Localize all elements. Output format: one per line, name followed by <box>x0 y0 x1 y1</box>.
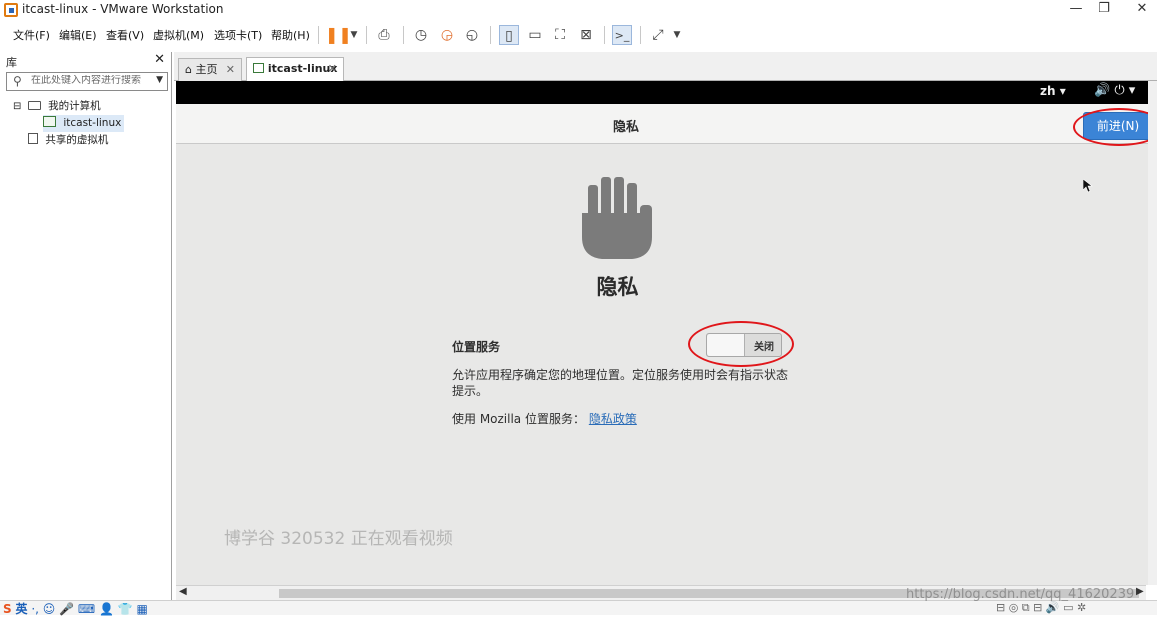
toolbar-separator <box>604 26 605 44</box>
menu-file[interactable]: 文件(F) <box>13 27 50 43</box>
ime-toolbar[interactable]: S 英 ·, ☺ 🎤 ⌨ 👤 👕 ▦ <box>3 600 148 617</box>
menu-bar: 文件(F) 编辑(E) 查看(V) 虚拟机(M) 选项卡(T) 帮助(H) ❚❚… <box>0 20 1157 50</box>
library-header: 库 ✕ <box>0 52 171 70</box>
menu-edit[interactable]: 编辑(E) <box>59 27 97 43</box>
video-watermark: 博学谷 320532 正在观看视频 <box>224 529 453 549</box>
annotation-circle <box>688 321 794 367</box>
tab-home[interactable]: ⌂ 主页 ✕ <box>178 58 242 81</box>
tab-label: 主页 <box>195 63 218 76</box>
revert-snapshot-icon[interactable]: ◶ <box>437 25 457 45</box>
pause-icon[interactable]: ❚❚ <box>325 25 352 45</box>
library-panel: 库 ✕ ⚲ ▼ ⊟ 我的计算机 itcast-linux 共享的虚拟机 <box>0 52 172 600</box>
ime-language-toggle[interactable]: 英 <box>15 602 27 616</box>
location-services-label: 位置服务 <box>452 340 501 354</box>
scroll-left-icon[interactable]: ◀ <box>179 586 187 597</box>
toolbar-separator <box>490 26 491 44</box>
shared-vm-icon <box>28 133 38 144</box>
sogou-ime-icon[interactable]: S <box>3 602 12 616</box>
menu-view[interactable]: 查看(V) <box>106 27 144 43</box>
device-status-icons[interactable]: ⊟ ◎ ⧉ ⊟ 🔊 ▭ ✲ <box>996 601 1086 615</box>
unity-icon[interactable]: ⊠ <box>576 25 596 45</box>
mozilla-text: 使用 Mozilla 位置服务： <box>452 412 585 426</box>
snapshot-manager-icon[interactable]: ◵ <box>462 25 482 45</box>
show-library-icon[interactable]: ▯ <box>499 25 519 45</box>
privacy-policy-link[interactable]: 隐私政策 <box>589 412 637 426</box>
tree-item-shared-vms[interactable]: 共享的虚拟机 <box>28 132 108 149</box>
guest-screen[interactable]: zh ▾ 🔊 ⏻ ▾ 隐私 前进(N) 隐私 位置服务 关闭 允许应用程序确定您… <box>176 81 1157 585</box>
setup-header: 隐私 前进(N) <box>176 104 1157 144</box>
computer-icon <box>27 101 41 110</box>
tree-label: 我的计算机 <box>48 100 101 112</box>
library-search[interactable]: ⚲ ▼ <box>6 72 168 91</box>
privacy-hand-icon <box>582 177 652 259</box>
library-title: 库 <box>6 56 17 69</box>
tree-item-my-computer[interactable]: ⊟ 我的计算机 <box>13 98 101 115</box>
stretch-icon[interactable]: ⤢ <box>648 25 668 45</box>
ime-tool-icons[interactable]: ·, ☺ 🎤 ⌨ 👤 👕 ▦ <box>31 602 148 616</box>
tab-bar: ⌂ 主页 ✕ itcast-linux ✕ <box>174 52 1157 81</box>
chevron-down-icon[interactable]: ▼ <box>344 25 364 45</box>
collapse-icon[interactable]: ⊟ <box>13 101 21 112</box>
toolbar-separator <box>318 26 319 44</box>
send-ctrl-alt-del-icon[interactable]: ⎙ <box>374 25 394 45</box>
vertical-scrollbar[interactable] <box>1148 81 1157 585</box>
scroll-right-icon[interactable]: ▶ <box>1136 586 1144 597</box>
vm-icon <box>253 63 264 73</box>
system-menu[interactable]: 🔊 ⏻ ▾ <box>1094 83 1135 98</box>
toolbar-separator <box>366 26 367 44</box>
toolbar-separator <box>403 26 404 44</box>
close-window-button[interactable]: ✕ <box>1124 0 1157 20</box>
header-title: 隐私 <box>612 120 639 135</box>
toolbar-separator <box>640 26 641 44</box>
mozilla-location-line: 使用 Mozilla 位置服务： 隐私政策 <box>452 410 637 427</box>
tab-itcast-linux[interactable]: itcast-linux ✕ <box>246 57 344 81</box>
menu-tabs[interactable]: 选项卡(T) <box>214 27 262 43</box>
snapshot-icon[interactable]: ◷ <box>411 25 431 45</box>
gnome-top-bar: zh ▾ 🔊 ⏻ ▾ <box>176 81 1157 104</box>
vmware-logo-icon <box>4 3 18 17</box>
annotation-circle <box>1073 108 1157 146</box>
full-screen-icon[interactable]: ⛶ <box>550 25 570 45</box>
location-description: 允许应用程序确定您的地理位置。定位服务使用时会有指示状态提示。 <box>452 368 789 398</box>
status-bar: https://blog.csdn.net/qq_41620239 S 英 ·,… <box>0 587 1157 617</box>
search-icon: ⚲ <box>13 74 22 88</box>
chevron-down-icon[interactable]: ▼ <box>667 25 687 45</box>
menu-vm[interactable]: 虚拟机(M) <box>153 27 204 43</box>
mouse-cursor-icon <box>1083 179 1093 193</box>
tree-label: 共享的虚拟机 <box>45 134 109 146</box>
home-icon: ⌂ <box>185 63 192 76</box>
tree-label: itcast-linux <box>63 117 122 129</box>
chevron-down-icon[interactable]: ▼ <box>156 75 163 85</box>
language-menu[interactable]: zh ▾ <box>1040 84 1066 98</box>
close-tab-icon[interactable]: ✕ <box>328 58 337 80</box>
restore-button[interactable]: ❐ <box>1086 0 1122 20</box>
window-title: itcast-linux - VMware Workstation <box>22 2 224 16</box>
tree-item-itcast-linux[interactable]: itcast-linux <box>43 115 125 132</box>
blog-watermark: https://blog.csdn.net/qq_41620239 <box>906 587 1135 602</box>
close-tab-icon[interactable]: ✕ <box>226 59 235 81</box>
thumbnail-bar-icon[interactable]: ▭ <box>525 25 545 45</box>
page-title: 隐私 <box>596 275 639 299</box>
close-library-button[interactable]: ✕ <box>154 52 165 67</box>
console-icon[interactable]: >_ <box>612 25 632 45</box>
vm-icon <box>43 116 56 127</box>
title-bar: itcast-linux - VMware Workstation — ❐ ✕ <box>0 0 1157 20</box>
library-search-input[interactable] <box>31 75 151 86</box>
menu-help[interactable]: 帮助(H) <box>271 27 310 43</box>
